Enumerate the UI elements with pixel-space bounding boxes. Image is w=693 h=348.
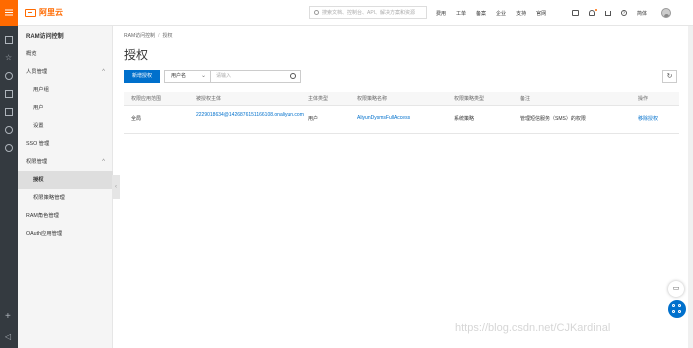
chevron-down-icon: ⌄ [200,73,207,79]
watermark: https://blog.csdn.net/CJKardinal [455,322,611,334]
cell-principal-link[interactable]: 2229018634@1426876151166108.onaliyun.com [196,111,304,119]
cell-principal-type: 用户 [308,116,319,122]
refresh-button[interactable]: ↻ [662,70,677,83]
global-search-input[interactable]: 搜索文档、控制台、API、解决方案和资源 [309,6,427,19]
chevron-up-icon: ^ [102,159,105,165]
scrollbar[interactable] [688,26,693,348]
terminal-icon[interactable] [572,10,579,16]
chat-icon: ▭ [672,285,680,292]
col-principal: 被授权主体 [196,96,222,102]
apps-icon [672,304,675,307]
apps-button[interactable] [668,300,686,318]
top-nav: 费用 工单 备案 企业 支持 官网 [436,0,556,26]
help-icon[interactable]: ? [621,10,627,16]
sidebar-item-grants[interactable]: 授权 [18,171,113,189]
cart-icon[interactable] [5,108,13,116]
breadcrumb-root[interactable]: RAM访问控制 [124,33,155,39]
hamburger-icon [5,11,13,14]
sidebar-item-ram-roles[interactable]: RAM角色管理 [18,207,113,225]
breadcrumb: RAM访问控制 / 授权 [124,33,173,39]
cell-policy-link[interactable]: AliyunDysmsFullAccess [357,115,410,121]
icon-rail: ☆ + ◁ [0,26,18,348]
refresh-icon[interactable] [5,126,13,134]
language-switch[interactable]: 简体 [637,10,647,17]
sidebar-collapse-handle[interactable]: ‹ [112,175,120,199]
cell-note: 管理短信服务（SMS）的权限 [520,116,586,122]
cell-scope: 全局 [131,116,142,122]
star-icon[interactable]: ☆ [5,54,13,62]
aliyun-logo-icon [25,8,36,17]
top-icons: ? 简体 [572,0,672,26]
top-nav-enterprise[interactable]: 企业 [496,10,506,17]
search-placeholder: 搜索文档、控制台、API、解决方案和资源 [322,10,416,16]
col-scope: 权限应用范围 [131,96,162,102]
collapse-left-icon[interactable]: ◁ [5,332,11,341]
sidebar-item-policies[interactable]: 权限策略管理 [18,189,113,207]
remove-grant-link[interactable]: 移除授权 [638,115,658,122]
avatar[interactable] [661,8,672,18]
book-icon[interactable] [5,90,13,98]
page-title: 授权 [124,48,149,62]
sidebar-item-users[interactable]: 用户 [18,99,113,117]
top-bar: 阿里云 搜索文档、控制台、API、解决方案和资源 费用 工单 备案 企业 支持 … [0,0,693,26]
top-nav-fees[interactable]: 费用 [436,10,446,17]
add-grant-button[interactable]: 新增授权 [124,70,161,83]
table-header: 权限应用范围 被授权主体 主体类型 权限策略名称 权限策略类型 备注 操作 [124,92,679,106]
col-principal-type: 主体类型 [308,96,329,102]
chat-icon[interactable] [5,144,13,152]
brand-logo[interactable]: 阿里云 [25,7,63,18]
bell-icon[interactable] [589,9,597,16]
grants-table: 权限应用范围 被授权主体 主体类型 权限策略名称 权限策略类型 备注 操作 全局… [124,92,679,134]
refresh-icon: ↻ [666,73,673,80]
sidebar-item-people[interactable]: 人员管理 ^ [18,63,113,81]
top-nav-filing[interactable]: 备案 [476,10,486,17]
chevron-up-icon: ^ [102,69,105,75]
sidebar-item-overview[interactable]: 概览 [18,45,113,63]
col-note: 备注 [520,96,531,102]
chat-button[interactable]: ▭ [668,281,684,297]
search-icon[interactable] [290,73,297,79]
col-action: 操作 [638,96,649,102]
search-input[interactable]: 请输入 [211,70,302,83]
cart-icon[interactable] [605,10,611,16]
col-policy-type: 权限策略类型 [454,96,485,102]
sidebar-item-settings[interactable]: 设置 [18,117,113,135]
sidebar-item-sso[interactable]: SSO 管理 [18,135,113,153]
sidebar-item-user-groups[interactable]: 用户组 [18,81,113,99]
table-row: 全局 2229018634@1426876151166108.onaliyun.… [124,106,679,134]
sidebar-item-oauth[interactable]: OAuth应用管理 [18,225,113,243]
top-nav-support[interactable]: 支持 [516,10,526,17]
menu-button[interactable] [0,0,18,26]
plus-icon[interactable]: + [5,312,11,322]
sidebar: RAM访问控制 概览 人员管理 ^ 用户组 用户 设置 SSO 管理 权限管理 ^ … [18,26,113,348]
top-nav-official-site[interactable]: 官网 [536,10,546,17]
col-policy-name: 权限策略名称 [357,96,388,102]
breadcrumb-current: 授权 [162,33,173,39]
search-icon [314,10,319,15]
top-nav-tickets[interactable]: 工单 [456,10,466,17]
sidebar-item-permissions[interactable]: 权限管理 ^ [18,153,113,171]
products-icon[interactable] [5,36,13,44]
cell-policy-type: 系统策略 [454,116,475,122]
search-icon[interactable] [5,72,13,80]
filter-select[interactable]: 用户名 ⌄ [164,70,212,83]
sidebar-title: RAM访问控制 [26,34,64,40]
brand-name: 阿里云 [39,8,63,17]
toolbar: 新增授权 用户名 ⌄ 请输入 [124,70,302,83]
